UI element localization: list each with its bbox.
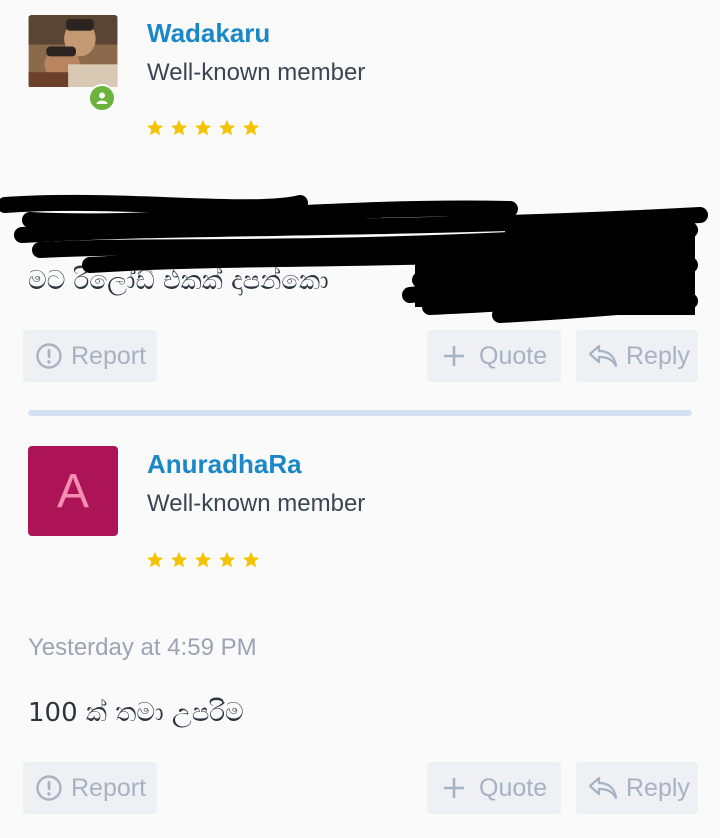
avatar[interactable] xyxy=(28,15,118,88)
quote-label: Quote xyxy=(479,773,548,802)
star-icon xyxy=(194,551,212,568)
star-icon xyxy=(146,551,164,568)
reply-icon xyxy=(588,344,618,368)
reply-label: Reply xyxy=(626,341,690,370)
reply-button[interactable]: Reply xyxy=(576,762,698,814)
reply-button[interactable]: Reply xyxy=(576,330,698,382)
report-label: Report xyxy=(71,341,147,370)
star-icon xyxy=(170,551,188,568)
user-title: Well-known member xyxy=(147,59,366,86)
user-photo-icon xyxy=(28,15,118,87)
report-button[interactable]: Report xyxy=(23,762,157,814)
reply-icon xyxy=(588,776,618,800)
username[interactable]: Wadakaru xyxy=(147,18,270,49)
redaction-scribble xyxy=(0,194,708,323)
post-anuradhara: A AnuradhaRa Well-known member Yesterday… xyxy=(0,430,720,830)
star-icon xyxy=(194,119,212,136)
plus-icon xyxy=(444,346,464,366)
star-icon xyxy=(218,119,236,136)
quote-label: Quote xyxy=(479,341,548,370)
star-icon xyxy=(218,551,236,568)
username[interactable]: AnuradhaRa xyxy=(147,449,302,480)
report-icon xyxy=(36,343,62,369)
online-status-icon xyxy=(88,84,116,112)
post-timestamp[interactable]: Yesterday at 4:59 PM xyxy=(28,634,257,662)
report-label: Report xyxy=(71,773,147,802)
quote-button[interactable]: Quote xyxy=(427,330,561,382)
star-icon xyxy=(242,551,260,568)
star-icon xyxy=(170,119,188,136)
avatar[interactable]: A xyxy=(28,446,118,536)
star-icon xyxy=(242,119,260,136)
post-message: 100 ක් තමා උපරිම xyxy=(28,698,244,728)
rating-stars xyxy=(146,551,260,569)
plus-icon xyxy=(444,778,464,798)
user-title: Well-known member xyxy=(147,490,366,517)
reply-label: Reply xyxy=(626,773,690,802)
post-divider xyxy=(28,410,692,416)
star-icon xyxy=(146,119,164,136)
rating-stars xyxy=(146,119,260,137)
quote-button[interactable]: Quote xyxy=(427,762,561,814)
report-icon xyxy=(36,775,62,801)
post-wadakaru: Wadakaru Well-known member මට රිලෝඩ් එකක… xyxy=(0,0,720,400)
report-button[interactable]: Report xyxy=(23,330,157,382)
